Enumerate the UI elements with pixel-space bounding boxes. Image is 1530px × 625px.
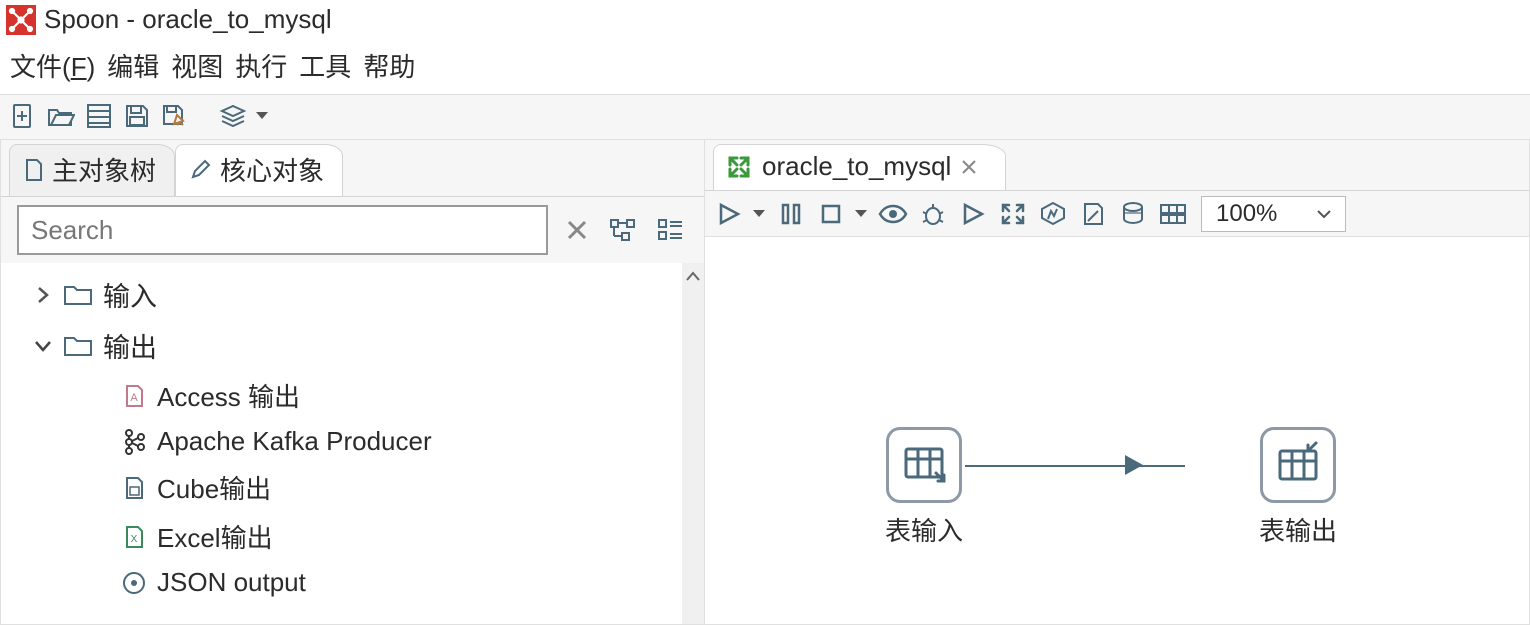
perspective-icon[interactable] — [218, 97, 248, 135]
left-panel: 主对象树 核心对象 Search — [0, 140, 705, 625]
tree-item-label: Apache Kafka Producer — [157, 426, 432, 457]
cube-output-icon — [121, 475, 147, 501]
transformation-icon — [726, 154, 752, 180]
zoom-value: 100% — [1216, 200, 1277, 228]
expand-all-icon[interactable] — [606, 213, 640, 247]
tree-scrollbar[interactable] — [682, 263, 704, 624]
search-row: Search — [1, 197, 704, 263]
excel-output-icon: X — [121, 524, 147, 550]
show-results-icon[interactable] — [1157, 196, 1189, 232]
canvas-toolbar: 100% — [705, 191, 1529, 237]
collapse-all-icon[interactable] — [654, 213, 688, 247]
canvas-tab-label: oracle_to_mysql — [762, 151, 951, 182]
tree-item-label: JSON output — [157, 567, 306, 598]
pencil-icon — [190, 159, 212, 181]
new-file-icon[interactable] — [8, 97, 38, 135]
replay-icon[interactable] — [957, 196, 989, 232]
tree-item-label: Access 输出 — [157, 377, 300, 414]
tab-core-objects[interactable]: 核心对象 — [175, 144, 343, 196]
tree-item-excel-output[interactable]: X Excel输出 — [29, 512, 672, 561]
svg-text:A: A — [130, 392, 138, 404]
save-as-icon[interactable] — [160, 97, 190, 135]
chevron-right-icon — [33, 286, 53, 304]
json-output-icon — [121, 570, 147, 596]
stop-icon[interactable] — [815, 196, 847, 232]
menu-edit[interactable]: 编辑 — [107, 47, 159, 84]
preview-icon[interactable] — [877, 196, 909, 232]
stop-dropdown-icon[interactable] — [855, 210, 869, 218]
tree-input-label: 输入 — [103, 275, 157, 314]
folder-icon — [63, 334, 93, 358]
explore-db-icon[interactable] — [1117, 196, 1149, 232]
app-icon — [6, 5, 36, 35]
menu-view[interactable]: 视图 — [171, 47, 223, 84]
sql-icon[interactable] — [1077, 196, 1109, 232]
tree-output-label: 输出 — [103, 326, 157, 365]
step-table-input-label: 表输入 — [885, 511, 963, 548]
canvas[interactable]: 表输入 表输出 — [705, 237, 1529, 624]
tab-main-tree-label: 主对象树 — [52, 151, 156, 188]
clear-search-icon[interactable] — [560, 213, 594, 247]
menu-help[interactable]: 帮助 — [363, 47, 415, 84]
search-input[interactable]: Search — [17, 205, 548, 255]
run-icon[interactable] — [713, 196, 745, 232]
zoom-dropdown-icon — [1317, 209, 1331, 219]
hop-arrow-icon — [1125, 455, 1143, 475]
open-file-icon[interactable] — [46, 97, 76, 135]
right-panel: oracle_to_mysql — [705, 140, 1530, 625]
kafka-icon — [121, 427, 147, 457]
zoom-select[interactable]: 100% — [1201, 196, 1346, 232]
step-table-output[interactable]: 表输出 — [1259, 427, 1337, 548]
verify-icon[interactable] — [997, 196, 1029, 232]
tree-item-label: Cube输出 — [157, 469, 271, 506]
impact-icon[interactable] — [1037, 196, 1069, 232]
tab-main-tree[interactable]: 主对象树 — [9, 144, 175, 196]
tree-input-folder[interactable]: 输入 — [29, 269, 672, 320]
tree-item-json-output[interactable]: JSON output — [29, 561, 672, 604]
search-placeholder: Search — [31, 215, 113, 246]
main-toolbar — [0, 94, 1530, 140]
menu-file[interactable]: 文件(F) — [10, 47, 95, 84]
step-tree: 输入 输出 A Access 输出 Apache Kafka Producer — [1, 263, 682, 624]
menu-bar: 文件(F) 编辑 视图 执行 工具 帮助 — [0, 39, 1530, 94]
tree-item-cube-output[interactable]: Cube输出 — [29, 463, 672, 512]
title-bar: Spoon - oracle_to_mysql — [0, 0, 1530, 39]
tree-item-label: Excel输出 — [157, 518, 273, 555]
window-title: Spoon - oracle_to_mysql — [44, 4, 332, 35]
document-icon — [24, 158, 44, 182]
access-output-icon: A — [121, 383, 147, 409]
explore-icon[interactable] — [84, 97, 114, 135]
svg-text:X: X — [131, 534, 138, 545]
step-table-output-label: 表输出 — [1259, 511, 1337, 548]
tree-item-kafka-producer[interactable]: Apache Kafka Producer — [29, 420, 672, 463]
close-tab-icon[interactable] — [961, 159, 977, 175]
hop-line[interactable] — [965, 465, 1185, 467]
tree-output-folder[interactable]: 输出 — [29, 320, 672, 371]
chevron-down-icon — [33, 339, 53, 353]
run-dropdown-icon[interactable] — [753, 210, 767, 218]
tree-item-access-output[interactable]: A Access 输出 — [29, 371, 672, 420]
pause-icon[interactable] — [775, 196, 807, 232]
step-table-input[interactable]: 表输入 — [885, 427, 963, 548]
menu-run[interactable]: 执行 — [235, 47, 287, 84]
perspective-dropdown-icon[interactable] — [256, 112, 268, 120]
scroll-up-icon[interactable] — [682, 263, 704, 289]
save-icon[interactable] — [122, 97, 152, 135]
menu-tools[interactable]: 工具 — [299, 47, 351, 84]
folder-icon — [63, 283, 93, 307]
canvas-tab[interactable]: oracle_to_mysql — [713, 144, 1006, 190]
tab-core-objects-label: 核心对象 — [220, 151, 324, 188]
debug-icon[interactable] — [917, 196, 949, 232]
